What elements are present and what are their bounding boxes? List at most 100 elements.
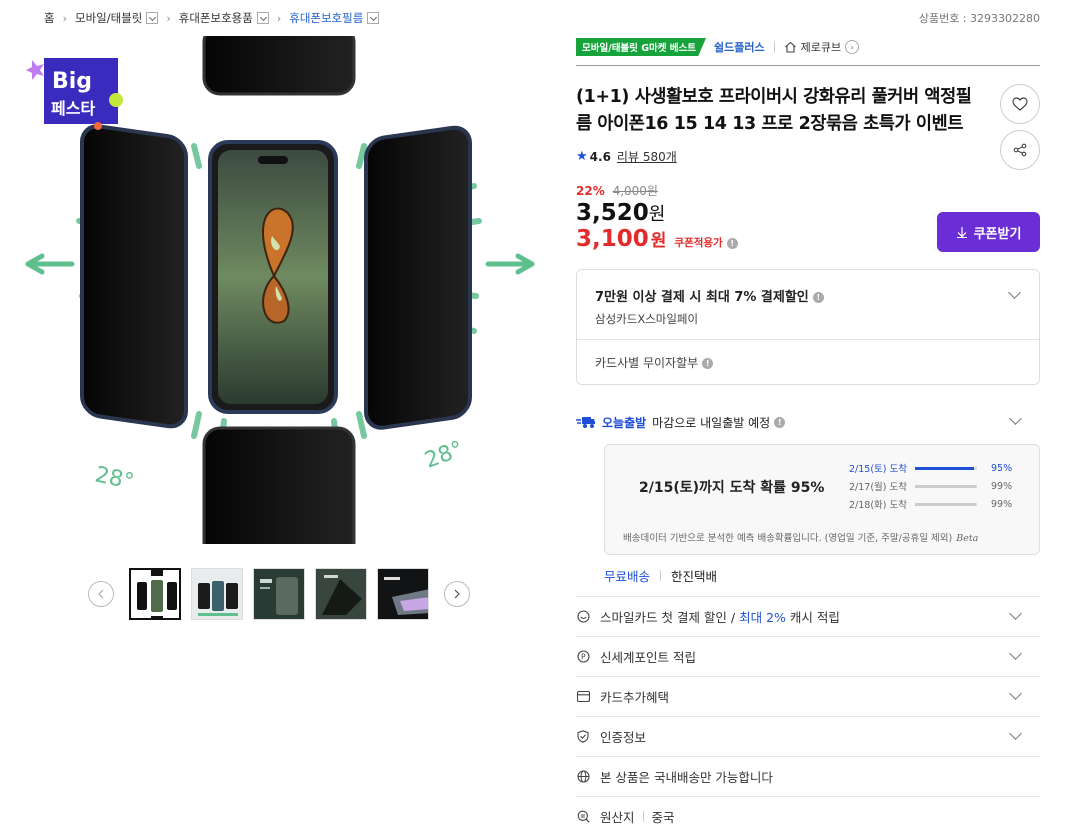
zerocube-link[interactable]: 제로큐브 › (784, 39, 860, 55)
shipping-description: 마감으로 내일출발 예정 (652, 415, 771, 430)
product-tags: 모바일/태블릿 G마켓 베스트 쉴드플러스 제로큐브 › (576, 36, 1040, 58)
probability-bar (915, 484, 977, 488)
chevron-down-icon[interactable] (1009, 412, 1022, 425)
payment-discount-row[interactable]: 7만원 이상 결제 시 최대 7% 결제할인! 삼성카드X스마일페이 (577, 270, 1039, 340)
product-title: (1+1) 사생활보호 프라이버시 강화유리 풀커버 액정필름 아이폰16 15… (576, 87, 972, 134)
breadcrumb-home[interactable]: 홈 (44, 10, 55, 26)
chevron-down-icon[interactable] (1009, 727, 1022, 740)
breadcrumb-phone-protection[interactable]: 휴대폰보호용품 (179, 10, 269, 26)
review-link[interactable]: 리뷰 580개 (617, 148, 677, 165)
main-product-image[interactable]: 28° 28° Big 페스타 (24, 36, 536, 544)
info-icon[interactable]: ! (726, 238, 738, 249)
coupon-download-button[interactable]: 쿠폰받기 (937, 212, 1040, 252)
installment-row[interactable]: 카드사별 무이자할부! (577, 340, 1039, 385)
chevron-right-icon: › (166, 11, 171, 25)
probability-fill (915, 466, 974, 470)
dropdown-icon[interactable] (367, 12, 380, 24)
download-icon (956, 227, 967, 238)
chevron-down-icon[interactable] (1009, 607, 1022, 620)
home-icon (784, 41, 796, 53)
probability-date: 2/15(토) 도착 (849, 464, 907, 475)
thumbnail-4[interactable] (315, 568, 367, 620)
info-icon[interactable]: ! (702, 358, 714, 369)
wishlist-button[interactable] (1000, 84, 1040, 124)
card-extra-benefit-row[interactable]: 카드추가혜택 (576, 676, 1040, 716)
truck-icon (576, 417, 595, 428)
svg-text:P: P (581, 653, 586, 662)
chevron-right-icon: › (62, 11, 67, 25)
breadcrumb-phone-film[interactable]: 휴대폰보호필름 (289, 10, 380, 26)
seller-link[interactable]: 쉴드플러스 (714, 39, 765, 55)
divider (773, 41, 775, 53)
thumbnail-strip (88, 568, 470, 620)
info-icon[interactable]: ! (812, 292, 824, 303)
probability-percent: 99% (991, 498, 1013, 510)
certification-row[interactable]: 인증정보 (576, 716, 1040, 756)
coupon-price-label: 쿠폰적용가 (674, 237, 723, 249)
smilecard-benefit-highlight: 최대 2% (739, 610, 786, 625)
chevron-right-icon (454, 589, 460, 599)
angle-left-label: 28° (93, 462, 136, 495)
breadcrumb-label: 휴대폰보호필름 (289, 11, 364, 25)
probability-date: 2/18(화) 도착 (849, 500, 907, 511)
info-icon[interactable]: ! (774, 416, 786, 428)
heart-icon (1012, 97, 1028, 111)
zerocube-label: 제로큐브 (800, 41, 842, 54)
origin-value: 중국 (651, 810, 675, 825)
certification-label: 인증정보 (600, 730, 647, 745)
sale-price: 3,520원 (576, 200, 665, 226)
payment-discount-title: 7만원 이상 결제 시 최대 7% 결제할인! (595, 286, 1021, 305)
probability-fill (915, 502, 977, 506)
delivery-probability-box: 2/15(토)까지 도착 확률 95% 2/15(토) 도착 95% 2/17(… (604, 444, 1040, 555)
shipping-header[interactable]: 오늘출발 마감으로 내일출발 예정 ! (576, 410, 1040, 434)
star-icon: ★ (576, 149, 588, 164)
probability-fill (915, 484, 977, 488)
today-shipping-label: 오늘출발 (602, 415, 647, 430)
origin-label: 원산지 (600, 810, 635, 825)
thumbnail-2[interactable] (191, 568, 243, 620)
chevron-down-icon[interactable] (1009, 687, 1022, 700)
dropdown-icon[interactable] (146, 12, 159, 24)
chevron-right-icon: › (276, 11, 282, 25)
chevron-down-icon[interactable] (1009, 647, 1022, 660)
thumbnail-image (131, 570, 179, 618)
thumb-prev-button[interactable] (88, 581, 114, 607)
share-button[interactable] (1000, 130, 1040, 170)
smilecard-benefit-text: 스마일카드 첫 결제 할인 / (600, 610, 736, 625)
payment-discount-text: 7만원 이상 결제 시 최대 7% 결제할인 (595, 290, 809, 305)
smilecard-benefit-row[interactable]: 스마일카드 첫 결제 할인 / 최대 2% 캐시 적립 (576, 596, 1040, 636)
breadcrumb-mobile-tablet[interactable]: 모바일/태블릿 (75, 10, 159, 26)
discount-info: 22% 4,000원 (576, 182, 658, 199)
breadcrumb-label: 휴대폰보호용품 (178, 11, 253, 25)
rating-score: 4.6 (589, 149, 611, 164)
best-badge[interactable]: 모바일/태블릿 G마켓 베스트 (576, 38, 707, 56)
dropdown-icon[interactable] (256, 12, 269, 24)
original-price: 4,000원 (612, 184, 658, 198)
thumbnail-image (316, 569, 366, 619)
search-doc-icon (576, 810, 590, 824)
probability-percent: 95% (991, 462, 1013, 474)
probability-bar (915, 502, 977, 506)
badge-festa-text: 페스타 (51, 99, 95, 118)
probability-percent: 99% (991, 480, 1013, 492)
thumbnail-1[interactable] (129, 568, 181, 620)
shinsegae-point-row[interactable]: P 신세계포인트 적립 (576, 636, 1040, 676)
divider (642, 811, 644, 822)
coupon-price-value: 3,100 (576, 226, 649, 252)
domestic-shipping-row: 본 상품은 국내배송만 가능합니다 (576, 756, 1040, 796)
thumbnail-5[interactable] (377, 568, 429, 620)
free-shipping-label: 무료배송 (604, 569, 651, 584)
delivery-probability-headline: 2/15(토)까지 도착 확률 95% (639, 480, 825, 496)
chevron-left-icon (98, 589, 104, 599)
divider (576, 65, 1040, 66)
thumb-next-button[interactable] (444, 581, 470, 607)
thumbnail-image (254, 569, 304, 619)
product-number: 상품번호 : 3293302280 (918, 12, 1040, 25)
currency-label: 원 (648, 204, 666, 225)
thumbnail-3[interactable] (253, 568, 305, 620)
smilecard-benefit-suffix: 캐시 적립 (789, 610, 840, 625)
probability-note-text: 배송데이터 기반으로 분석한 예측 배송확률입니다. (영업일 기준, 주말/공… (623, 533, 953, 544)
delivery-info: 무료배송 한진택배 (604, 566, 717, 585)
rating: ★ 4.6 리뷰 580개 (576, 148, 677, 165)
currency-label: 원 (650, 231, 667, 251)
